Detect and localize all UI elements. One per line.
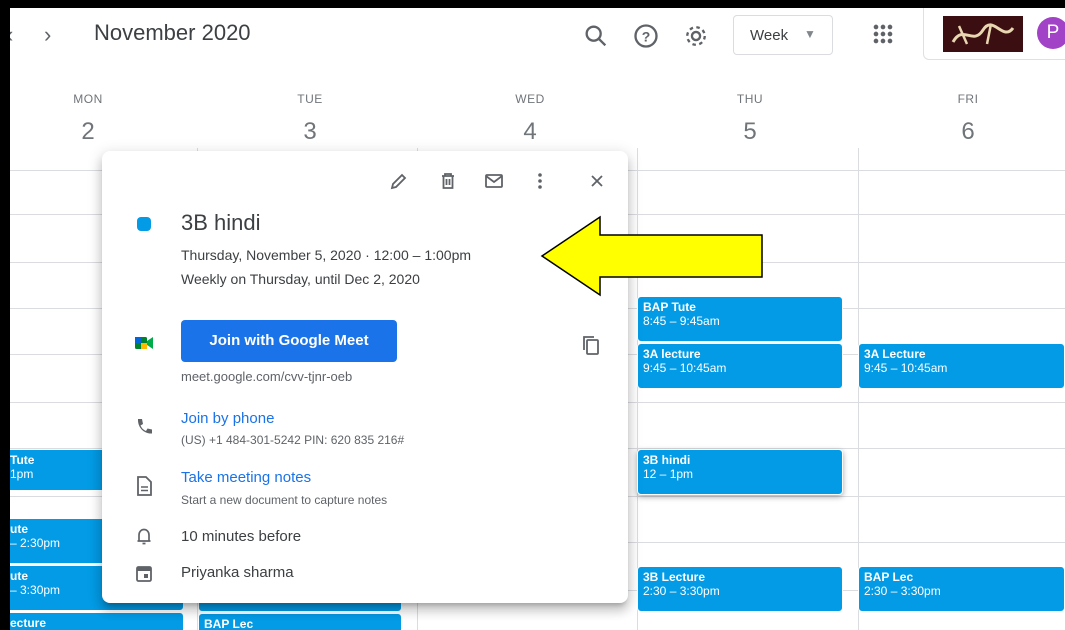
event-chip[interactable]: BAP Lec 2:30 – 3:30pm [858,566,1065,612]
view-select-label: Week [750,27,789,44]
edit-pencil-icon[interactable] [387,169,411,193]
copy-icon[interactable] [580,334,602,356]
day-number[interactable]: 3 [200,118,420,146]
settings-gear-icon[interactable] [682,22,710,50]
event-chip[interactable]: ecture [10,612,184,630]
join-by-phone-link[interactable]: Join by phone [181,410,274,427]
day-number[interactable]: 5 [640,118,860,146]
phone-details: (US) +1 484-301-5242 PIN: 620 835 216# [181,433,405,447]
event-chip[interactable]: 3A Lecture 9:45 – 10:45am [858,343,1065,389]
chevron-down-icon: ▼ [804,27,816,41]
apps-grid-icon[interactable] [869,20,897,48]
google-meet-icon [135,337,153,349]
svg-text:?: ? [642,28,651,44]
event-time: 1pm [10,467,34,481]
event-title: BAP Tute [643,300,696,314]
document-icon [137,476,152,496]
day-header-mon[interactable]: MON 2 [10,92,198,146]
day-number[interactable]: 4 [420,118,640,146]
view-select[interactable]: Week ▼ [733,15,833,55]
calendar-icon [136,566,152,582]
help-icon[interactable]: ? [632,22,660,50]
event-title: ecture [10,616,47,630]
notes-details: Start a new document to capture notes [181,493,388,507]
close-icon[interactable] [585,169,609,193]
calendar-owner: Priyanka sharma [181,564,294,581]
annotation-arrow-icon [540,215,763,297]
event-title: BAP Lec [204,617,254,630]
event-chip[interactable]: 3A lecture 9:45 – 10:45am [637,343,843,389]
event-time: – 3:30pm [10,583,61,597]
day-header-thu[interactable]: THU 5 [640,92,860,146]
search-icon[interactable] [582,22,610,50]
day-number[interactable]: 2 [10,118,198,146]
month-title: November 2020 [94,20,251,45]
day-name: THU [736,92,764,106]
day-name: FRI [957,92,979,106]
avatar[interactable]: P [1037,17,1065,49]
event-time: 12 – 1pm [643,467,694,481]
phone-icon [137,419,152,434]
event-time: 2:30 – 3:30pm [864,584,941,598]
organization-logo [943,16,1023,52]
next-week-icon[interactable]: › [44,22,51,48]
day-header-fri[interactable]: FRI 6 [858,92,1065,146]
day-header-wed[interactable]: WED 4 [420,92,640,146]
event-title: 3B Lecture [643,570,706,584]
account-area: P [923,8,1065,60]
bell-reminder-icon [137,528,151,545]
top-bar: ‹ › November 2020 ? Week ▼ [10,8,1065,74]
event-title: 3B hindi [181,210,261,235]
reminder-text: 10 minutes before [181,528,302,545]
calendar-window: ‹ › November 2020 ? Week ▼ [10,8,1065,630]
join-meet-button[interactable]: Join with Google Meet [181,320,397,362]
day-name: TUE [297,92,323,106]
event-time: 2:30 – 3:30pm [643,584,720,598]
event-title: 3A lecture [643,347,701,361]
event-recurrence: Weekly on Thursday, until Dec 2, 2020 [181,271,420,287]
event-color-swatch [137,217,151,231]
event-title: 3A Lecture [864,347,926,361]
prev-week-icon[interactable]: ‹ [10,22,13,48]
event-title: 3B hindi [643,453,691,467]
event-time: 9:45 – 10:45am [864,361,948,375]
event-datetime: Thursday, November 5, 2020 · 12:00 – 1:0… [181,247,472,263]
event-title: BAP Lec [864,570,914,584]
delete-trash-icon[interactable] [436,169,460,193]
more-options-icon[interactable] [528,169,552,193]
event-chip[interactable]: BAP Lec [198,613,402,630]
event-chip[interactable]: BAP Tute 8:45 – 9:45am [637,296,843,342]
grid-divider [858,148,859,630]
event-time: – 2:30pm [10,536,61,550]
take-meeting-notes-link[interactable]: Take meeting notes [181,469,311,486]
event-chip-selected[interactable]: 3B hindi 12 – 1pm [637,449,843,495]
email-guests-icon[interactable] [482,169,506,193]
day-name: WED [515,92,545,106]
meet-url[interactable]: meet.google.com/cvv-tjnr-oeb [181,369,352,384]
event-chip[interactable]: 3B Lecture 2:30 – 3:30pm [637,566,843,612]
event-time: 8:45 – 9:45am [643,314,720,328]
day-name: MON [73,92,103,106]
event-time: 9:45 – 10:45am [643,361,727,375]
day-header-tue[interactable]: TUE 3 [200,92,420,146]
day-number[interactable]: 6 [858,118,1065,146]
